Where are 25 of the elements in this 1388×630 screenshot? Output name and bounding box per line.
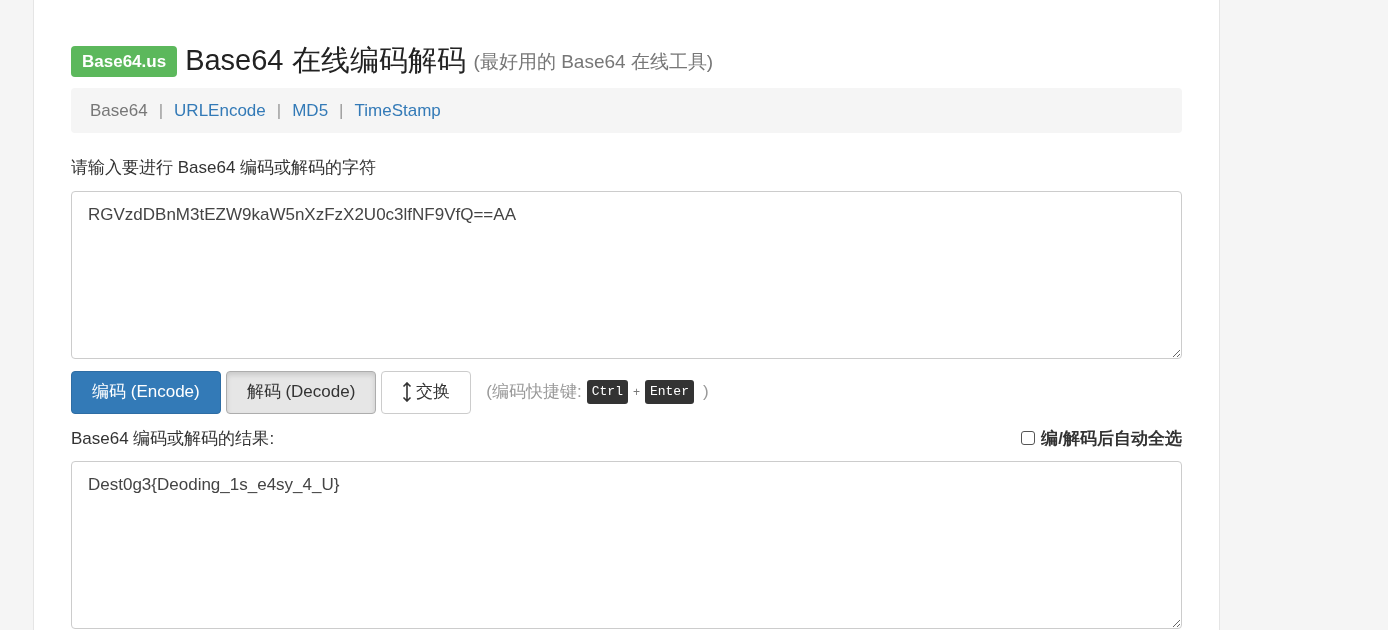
page-subtitle: (最好用的 Base64 在线工具) [473,49,714,74]
nav-separator: | [276,99,282,122]
auto-select-checkbox[interactable] [1021,431,1036,446]
input-field[interactable]: RGVzdDBnM3tEZW9kaW5nXzFzX2U0c3lfNF9VfQ==AA [71,190,1182,359]
swap-button[interactable]: 交换 [381,370,472,414]
key-cap: Enter [644,380,694,404]
shortcut-close: ) [703,381,709,404]
site-badge: Base64.us [71,45,178,77]
up-down-arrow-icon [402,382,413,402]
key-cap: Ctrl [586,380,628,404]
output-field[interactable]: Dest0g3{Deoding_1s_e4sy_4_U} [71,461,1182,629]
plus-sign: + [632,384,640,401]
page-title: Base64 在线编码解码 [185,43,466,78]
input-label: 请输入要进行 Base64 编码或解码的字符 [71,157,378,179]
nav-link[interactable]: Base64 [90,97,148,124]
nav-separator: | [339,99,344,122]
encode-button[interactable]: 编码 (Encode) [71,370,221,414]
nav-separator: | [158,99,164,122]
nav-link[interactable]: URLEncode [174,97,266,124]
decode-button[interactable]: 解码 (Decode) [225,370,377,414]
nav-link[interactable]: TimeStamp [354,97,441,124]
result-label: Base64 编码或解码的结果: [71,427,275,450]
auto-select-label: 编/解码后自动全选 [1041,427,1182,450]
shortcut-hint: (编码快捷键: [486,381,582,404]
nav-link[interactable]: MD5 [292,97,329,124]
